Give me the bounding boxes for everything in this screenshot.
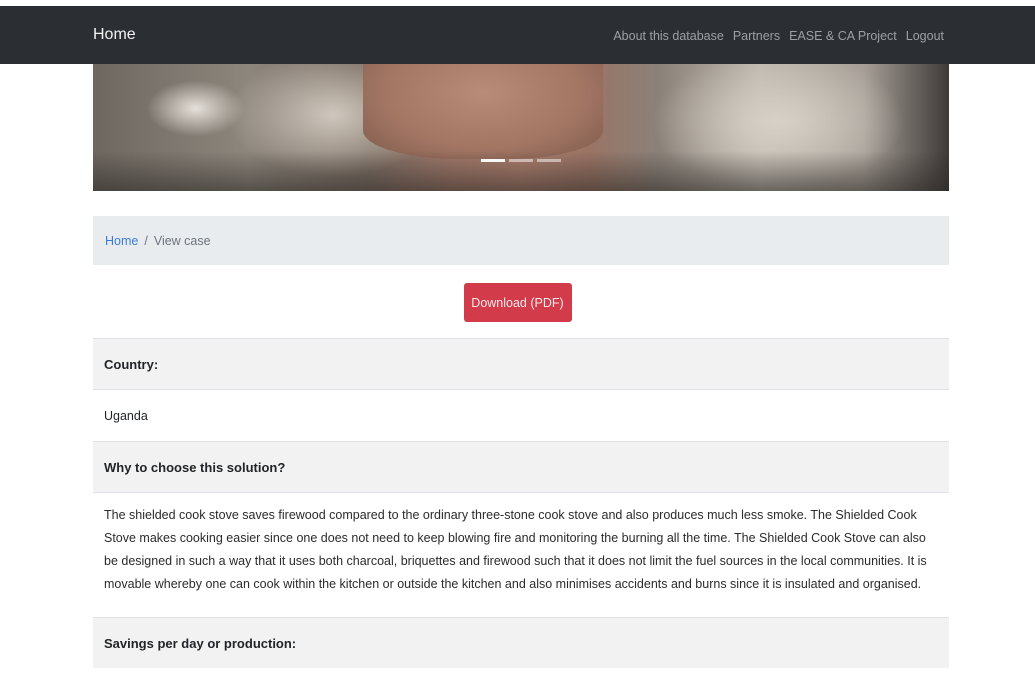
top-navbar: Home About this database Partners EASE &…: [0, 6, 1035, 64]
why-choose-text: The shielded cook stove saves firewood c…: [93, 492, 949, 617]
breadcrumb-separator: /: [144, 233, 148, 248]
why-choose-label: Why to choose this solution?: [93, 441, 949, 492]
carousel-indicator-1[interactable]: [481, 159, 505, 162]
breadcrumb-current: View case: [153, 233, 211, 248]
nav-link-partners[interactable]: Partners: [733, 29, 780, 43]
hero-carousel: [93, 64, 949, 191]
savings-label: Savings per day or production:: [93, 617, 949, 668]
download-pdf-button[interactable]: Download (PDF): [463, 283, 572, 322]
case-details-table: Country: Uganda Why to choose this solut…: [93, 338, 949, 668]
carousel-indicator-3[interactable]: [537, 159, 561, 162]
hero-image-stove: [363, 64, 603, 159]
carousel-indicators: [481, 159, 561, 162]
breadcrumb-home-link[interactable]: Home: [105, 234, 138, 248]
nav-link-about[interactable]: About this database: [613, 29, 724, 43]
country-label: Country:: [93, 338, 949, 389]
brand-home-link[interactable]: Home: [93, 26, 136, 44]
nav-link-ease-ca-project[interactable]: EASE & CA Project: [789, 29, 897, 43]
nav-links: About this database Partners EASE & CA P…: [613, 29, 944, 43]
nav-link-logout[interactable]: Logout: [906, 29, 944, 43]
breadcrumb: Home / View case: [93, 216, 949, 265]
carousel-indicator-2[interactable]: [509, 159, 533, 162]
country-value: Uganda: [93, 389, 949, 441]
